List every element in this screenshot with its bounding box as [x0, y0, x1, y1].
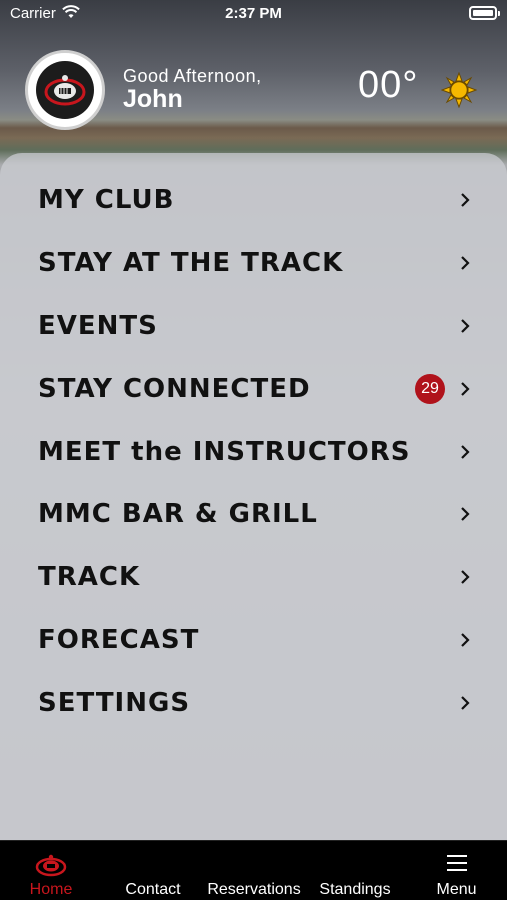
chevron-right-icon	[461, 319, 470, 333]
menu-item-my-club[interactable]: MY CLUB	[0, 169, 507, 232]
battery-icon	[469, 6, 500, 20]
chevron-right-icon	[461, 570, 470, 584]
menu-panel: MY CLUB STAY AT THE TRACK EVENTS STAY CO…	[0, 153, 507, 840]
chevron-right-icon	[461, 695, 470, 710]
menu-item-label: MMC BAR & GRILL	[38, 499, 318, 530]
menu-item-label: TRACK	[38, 562, 141, 593]
menu-item-label: EVENTS	[38, 310, 158, 341]
user-name: John	[123, 85, 183, 113]
tab-label: Home	[29, 881, 73, 898]
tab-label: Menu	[436, 881, 477, 898]
menu-item-settings[interactable]: SETTINGS	[0, 671, 507, 734]
menu-item-events[interactable]: EVENTS	[0, 295, 507, 358]
chevron-right-icon	[461, 507, 470, 522]
clock: 2:37 PM	[225, 5, 282, 22]
notification-badge: 29	[415, 373, 445, 404]
menu-item-label: MEET the INSTRUCTORS	[38, 436, 411, 467]
tab-label: Standings	[319, 881, 391, 898]
tab-label: Reservations	[207, 881, 301, 898]
sun-icon[interactable]	[441, 72, 477, 108]
menu-item-mmc-bar-grill[interactable]: MMC BAR & GRILL	[0, 483, 507, 546]
hamburger-menu-icon	[446, 855, 467, 871]
menu-item-label: STAY CONNECTED	[38, 373, 311, 404]
greeting-text: Good Afternoon,	[123, 66, 262, 86]
menu-item-label: SETTINGS	[38, 687, 191, 718]
menu-item-stay-connected[interactable]: STAY CONNECTED 29	[0, 357, 507, 420]
club-logo-icon	[36, 61, 94, 119]
menu-item-label: STAY AT THE TRACK	[38, 248, 344, 279]
tab-bar: Home Contact Reservations Standings Menu	[0, 840, 507, 900]
tab-home[interactable]: Home	[0, 841, 102, 900]
chevron-right-icon	[461, 382, 470, 396]
tab-label: Contact	[125, 881, 181, 898]
tab-menu[interactable]: Menu	[406, 841, 507, 900]
chevron-right-icon	[461, 256, 470, 270]
menu-item-track[interactable]: TRACK	[0, 546, 507, 609]
chevron-right-icon	[461, 193, 470, 208]
header: Good Afternoon, John 00°	[0, 46, 507, 136]
chevron-right-icon	[461, 444, 470, 459]
temperature: 00°	[358, 64, 419, 106]
chevron-right-icon	[461, 633, 470, 647]
menu-item-meet-the-instructors[interactable]: MEET the INSTRUCTORS	[0, 420, 507, 483]
menu-list: MY CLUB STAY AT THE TRACK EVENTS STAY CO…	[0, 169, 507, 734]
menu-item-label: FORECAST	[38, 624, 200, 655]
tab-reservations[interactable]: Reservations	[204, 841, 304, 900]
greeting: Good Afternoon, John	[123, 66, 262, 114]
menu-item-forecast[interactable]: FORECAST	[0, 609, 507, 672]
menu-item-label: MY CLUB	[38, 185, 175, 216]
menu-item-stay-at-the-track[interactable]: STAY AT THE TRACK	[0, 232, 507, 295]
club-logo-icon	[35, 854, 67, 877]
tab-contact[interactable]: Contact	[102, 841, 204, 900]
tab-standings[interactable]: Standings	[304, 841, 406, 900]
status-bar: Carrier 2:37 PM	[0, 0, 507, 28]
avatar[interactable]	[25, 50, 105, 130]
